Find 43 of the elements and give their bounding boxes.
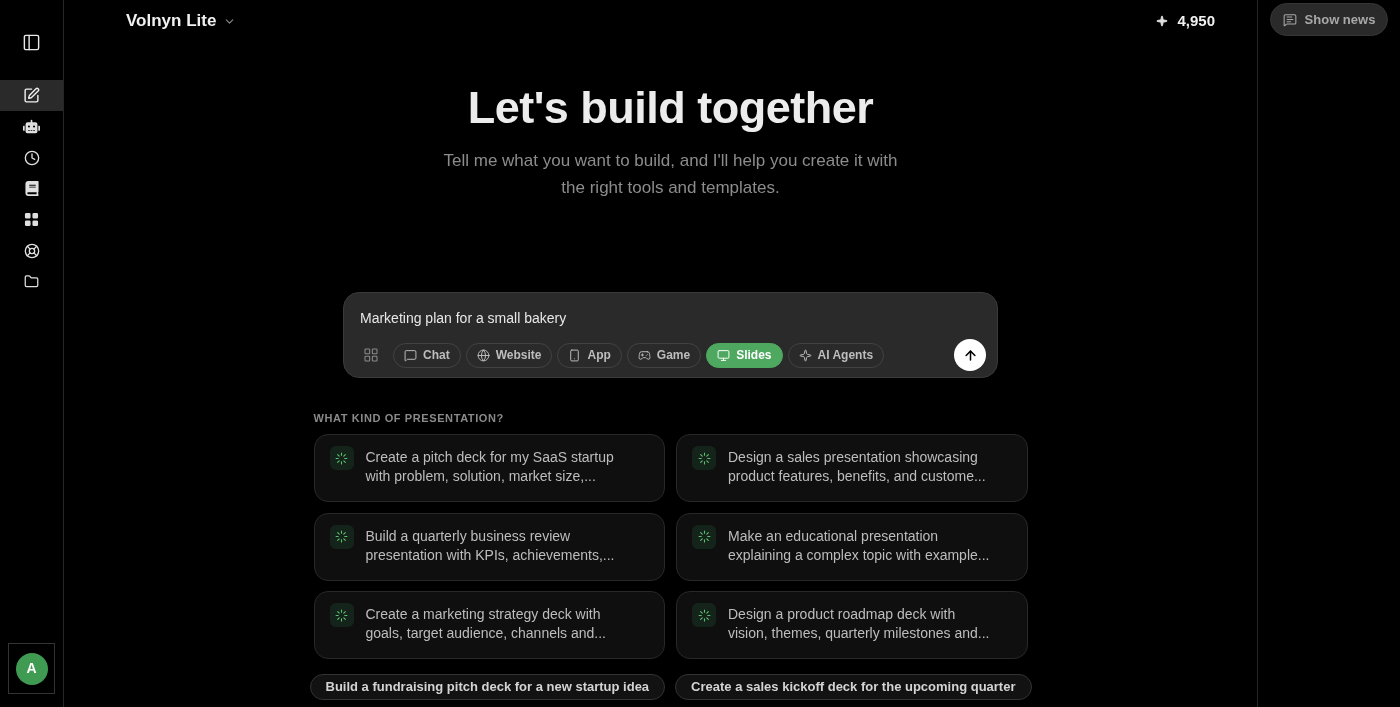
lifebuoy-icon [23,242,40,259]
page-subtitle: Tell me what you want to build, and I'll help you create it with the right tools and templates. [442,150,899,199]
phone-icon [568,348,582,362]
monitor-icon [717,348,731,362]
grid-button[interactable] [363,347,379,363]
globe-icon [476,348,490,362]
sidebar-item[interactable] [0,80,63,111]
suggestion-card[interactable]: Create a pitch deck for my SaaS startup with problem, solution, market size,... [313,434,665,502]
suggestion-chip[interactable]: Create a sales kickoff deck for the upcoming quarter [675,674,1032,700]
prompt-input[interactable]: Marketing plan for a small bakery [360,307,986,329]
send-button[interactable] [954,339,986,371]
workspace-switcher[interactable]: Volnyn Lite [126,8,237,34]
sparkle-icon [1156,15,1169,27]
suggestion-card[interactable]: Design a product roadmap deck with vision, themes, quarterly milestones and... [676,591,1028,659]
suggestion-card[interactable]: Make an educational presentation explaining a complex topic with example... [676,512,1028,581]
suggestion-card[interactable]: Create a marketing strategy deck with goals, target audience, channels and... [313,591,665,659]
loader-icon [329,446,354,470]
book-icon [24,181,39,196]
tiles-icon [24,212,39,227]
sparkle-icon [798,348,812,362]
gamepad-icon [637,348,651,362]
clock-icon [23,149,40,166]
page-title: Let's build together [467,85,874,131]
sidebar-toggle-icon [22,32,41,52]
loader-icon [329,603,354,627]
loader-icon [692,603,716,627]
loader-icon [692,446,716,470]
news-icon [1282,12,1297,27]
chat-bubble-icon [404,348,417,362]
section-label: WHAT KIND OF PRESENTATION? [313,411,505,425]
avatar: A [15,652,48,685]
show-news-button[interactable]: Show news [1270,3,1388,36]
suggestion-chip[interactable]: Build a fundraising pitch deck for a new startup idea [309,674,666,700]
grid-icon [363,347,379,363]
loader-icon [329,524,354,549]
folder-icon [24,274,39,289]
suggestion-card[interactable]: Design a sales presentation showcasing product features, benefits, and custome... [676,434,1028,502]
loader-icon [692,524,716,549]
robot-icon [23,118,40,135]
edit-icon [23,87,40,104]
account-button[interactable]: A [8,643,55,694]
credits-count: 4,950 [1177,10,1215,31]
suggestion-card[interactable]: Build a quarterly business review presentation with KPIs, achievements,... [313,512,665,581]
